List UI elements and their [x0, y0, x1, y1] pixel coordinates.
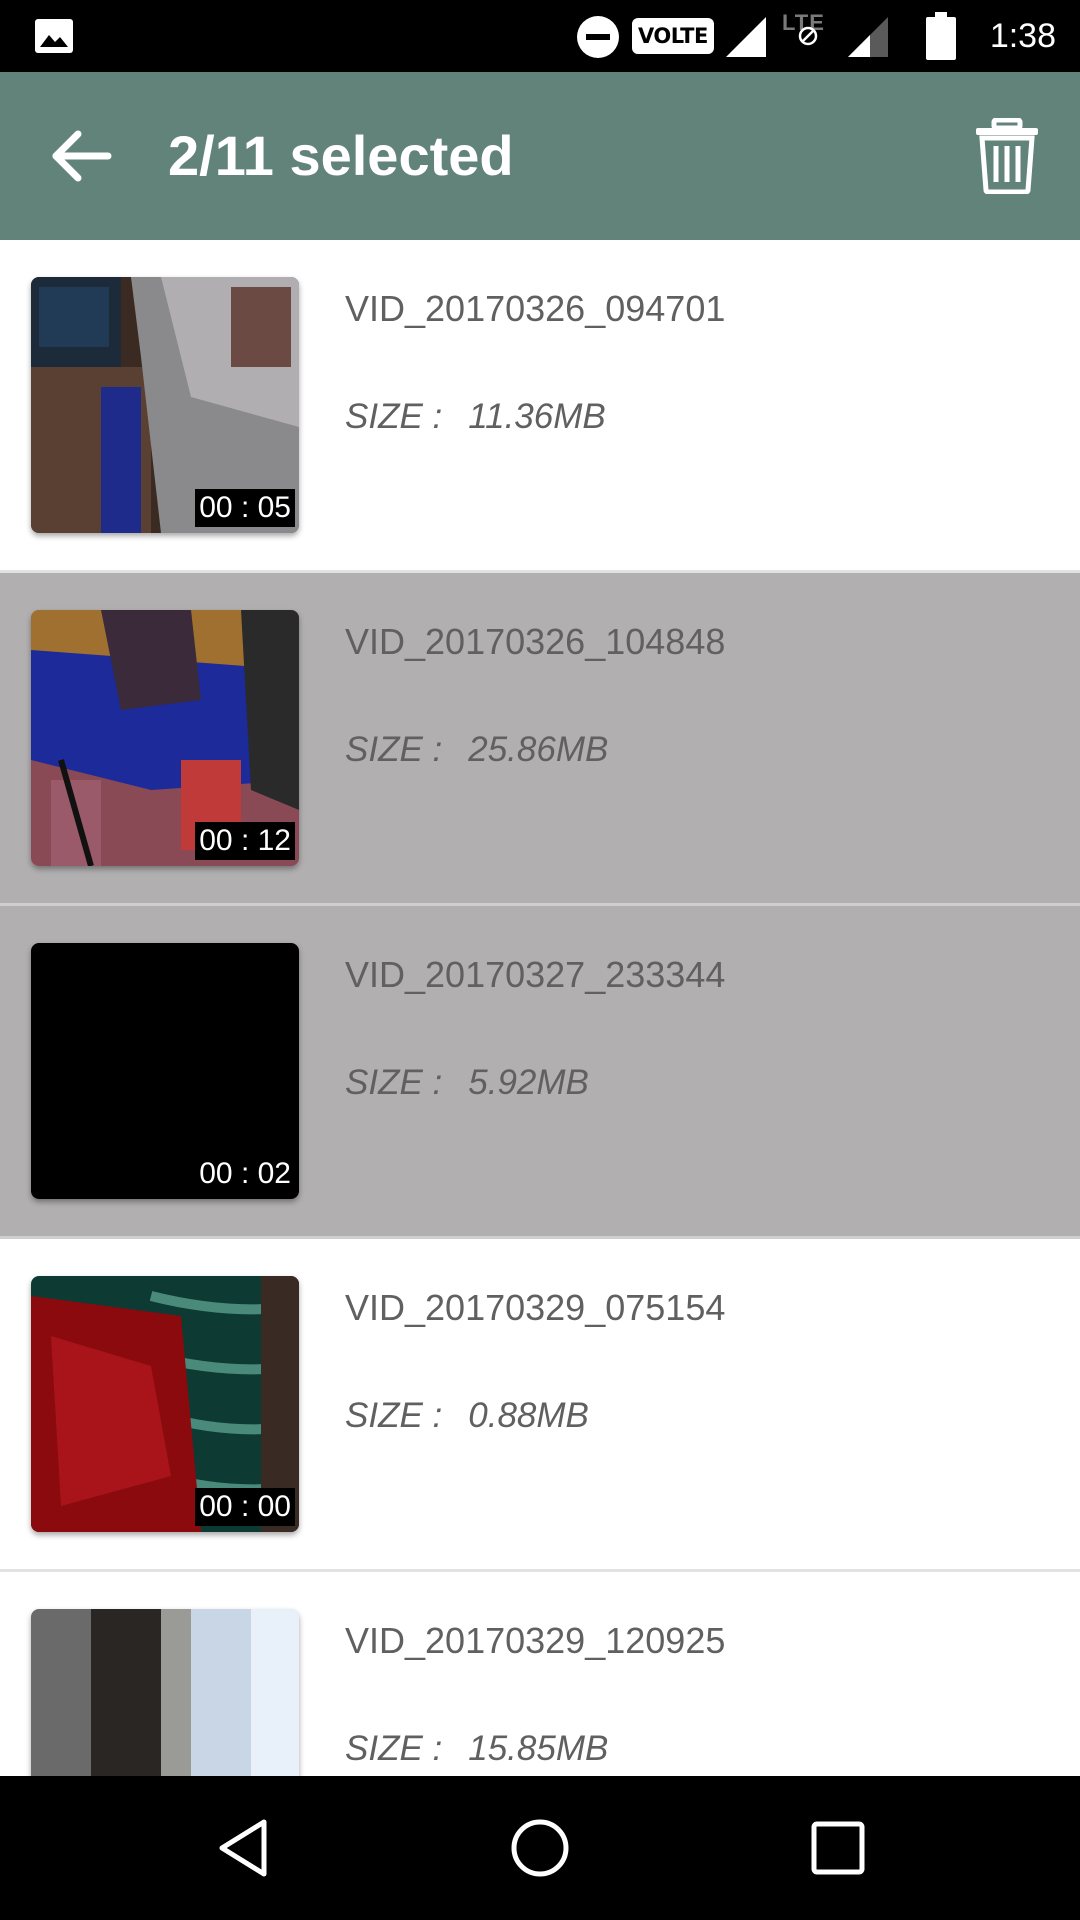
video-thumbnail: 00 : 02 [31, 943, 299, 1199]
video-thumbnail: 00 : 12 [31, 610, 299, 866]
size-value: 15.85MB [468, 1729, 609, 1768]
status-bar: VOLTE LTE 1:38 [0, 0, 1080, 72]
video-duration: 00 : 05 [195, 489, 295, 527]
size-label: SIZE : [345, 1063, 443, 1102]
gallery-icon [35, 19, 73, 53]
video-size-row: SIZE : 15.85MB [345, 1729, 608, 1769]
video-duration: 00 : 00 [195, 1488, 295, 1526]
app-bar: 2/11 selected [0, 72, 1080, 240]
signal-icon [726, 17, 766, 57]
video-size-row: SIZE : 11.36MB [345, 397, 606, 437]
navigation-bar [0, 1776, 1080, 1920]
size-label: SIZE : [345, 1729, 443, 1768]
size-value: 5.92MB [468, 1063, 589, 1102]
size-label: SIZE : [345, 730, 443, 769]
signal-icon [848, 17, 888, 57]
video-file-name: VID_20170329_120925 [345, 1620, 726, 1661]
video-thumbnail: 00 : 05 [31, 277, 299, 533]
size-label: SIZE : [345, 1396, 443, 1435]
nav-home-icon[interactable] [508, 1816, 572, 1880]
video-size-row: SIZE : 5.92MB [345, 1063, 589, 1103]
clock: 1:38 [989, 17, 1056, 55]
video-list-item-selected[interactable]: 00 : 12 VID_20170326_104848 SIZE : 25.86M… [0, 573, 1080, 906]
video-duration: 00 : 02 [195, 1155, 295, 1193]
size-value: 11.36MB [468, 397, 606, 436]
volte-badge: VOLTE [632, 18, 714, 54]
video-thumbnail: 00 : 00 [31, 1276, 299, 1532]
video-file-name: VID_20170327_233344 [345, 954, 726, 995]
nav-back-icon[interactable] [212, 1816, 276, 1880]
video-size-row: SIZE : 25.86MB [345, 730, 608, 770]
video-list-item-selected[interactable]: 00 : 02 VID_20170327_233344 SIZE : 5.92MB [0, 906, 1080, 1239]
page-title: 2/11 selected [168, 124, 514, 187]
do-not-disturb-icon [577, 16, 619, 58]
size-label: SIZE : [345, 397, 443, 436]
video-list-item[interactable]: 00 : 05 VID_20170326_094701 SIZE : 11.36M… [0, 240, 1080, 573]
video-file-name: VID_20170326_094701 [345, 288, 726, 329]
video-size-row: SIZE : 0.88MB [345, 1396, 589, 1436]
battery-icon [926, 12, 956, 60]
video-thumbnail [31, 1609, 299, 1776]
video-file-name: VID_20170329_075154 [345, 1287, 726, 1328]
video-file-name: VID_20170326_104848 [345, 621, 726, 662]
back-arrow-icon[interactable] [48, 126, 114, 186]
lte-no-data-icon: LTE [780, 10, 840, 46]
video-duration: 00 : 12 [195, 822, 295, 860]
nav-recents-icon[interactable] [808, 1818, 868, 1878]
video-list-item[interactable]: 00 : 00 VID_20170329_075154 SIZE : 0.88MB [0, 1239, 1080, 1572]
size-value: 25.86MB [468, 730, 609, 769]
size-value: 0.88MB [468, 1396, 589, 1435]
video-list: 00 : 05 VID_20170326_094701 SIZE : 11.36M… [0, 240, 1080, 1776]
video-list-item[interactable]: VID_20170329_120925 SIZE : 15.85MB [0, 1572, 1080, 1776]
trash-icon[interactable] [974, 118, 1040, 194]
